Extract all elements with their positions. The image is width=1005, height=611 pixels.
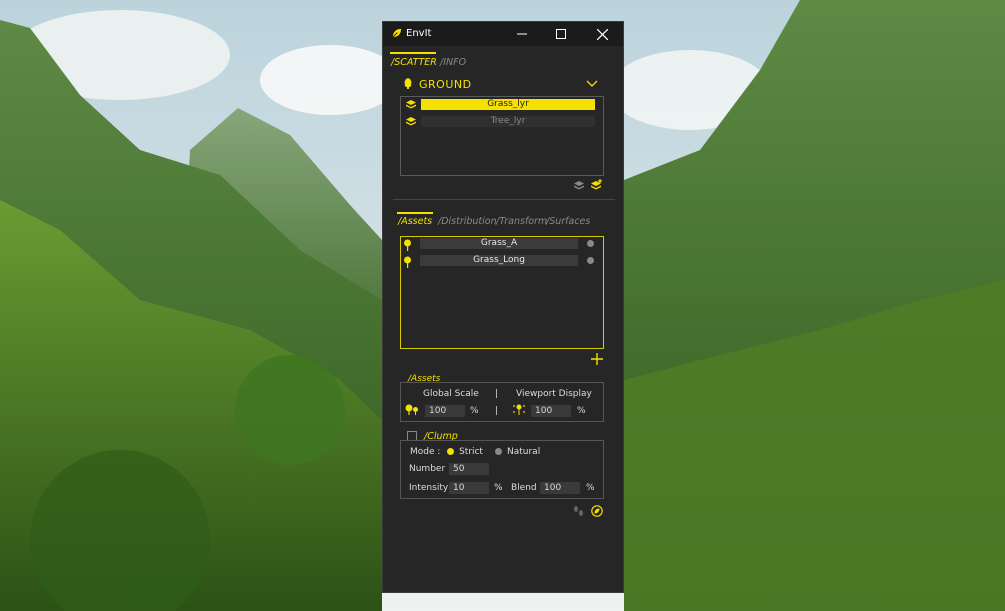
asset-visibility-dot[interactable] — [587, 240, 594, 247]
tab-distribution[interactable]: /Distribution — [438, 216, 497, 227]
minimize-icon — [517, 33, 527, 35]
asset-item-grass-long[interactable]: Grass_Long — [420, 255, 578, 266]
window-title: EnvIt — [406, 28, 432, 39]
leaf-icon[interactable] — [591, 505, 603, 517]
assets-list — [400, 236, 604, 349]
grass-asset-icon — [404, 239, 411, 251]
global-scale-input[interactable]: 100 — [425, 405, 465, 417]
mode-strict-radio[interactable] — [447, 448, 454, 455]
layer-item-grass[interactable]: Grass_lyr — [421, 99, 595, 110]
divider — [393, 199, 615, 200]
remove-layer-icon[interactable] — [573, 180, 585, 191]
ground-label: GROUND — [419, 78, 472, 91]
minimize-button[interactable] — [505, 22, 539, 46]
tab-assets[interactable]: /Assets — [398, 216, 432, 227]
tab-transform[interactable]: /Transform — [496, 216, 547, 227]
title-bar: EnvIt — [383, 22, 623, 46]
mode-label: Mode : — [410, 447, 441, 457]
layer-stack-icon — [406, 117, 416, 126]
maximize-icon — [556, 29, 566, 39]
tab-scatter[interactable]: /SCATTER — [391, 57, 437, 68]
percent-label: % — [586, 483, 595, 493]
global-scale-label: Global Scale — [423, 389, 479, 399]
chevron-down-icon[interactable] — [586, 80, 598, 88]
number-input[interactable]: 50 — [449, 463, 489, 475]
envit-panel: EnvIt /SCATTER /INFO GROUND Grass_lyr Tr… — [382, 21, 624, 593]
divider-bar: | — [495, 406, 499, 416]
layer-stack-icon — [406, 100, 416, 109]
close-icon — [596, 28, 608, 40]
grass-asset-icon — [404, 256, 411, 268]
viewport-display-input[interactable]: 100 — [531, 405, 571, 417]
tree-icon — [404, 78, 412, 89]
intensity-label: Intensity : — [409, 483, 455, 493]
footprints-icon[interactable] — [573, 505, 584, 518]
tab-info[interactable]: /INFO — [440, 57, 466, 68]
add-asset-icon[interactable] — [591, 353, 603, 365]
tab-scatter-indicator — [390, 52, 436, 54]
leaf-logo-icon — [392, 28, 402, 38]
layer-item-tree[interactable]: Tree_lyr — [421, 116, 595, 127]
intensity-input[interactable]: 10 — [449, 482, 489, 494]
percent-label: % — [577, 406, 586, 416]
tab-assets-indicator — [397, 212, 433, 214]
asset-item-grass-a[interactable]: Grass_A — [420, 238, 578, 249]
maximize-button[interactable] — [544, 22, 578, 46]
scale-trees-icon — [405, 404, 418, 415]
blend-label: Blend : — [511, 483, 543, 493]
viewport-display-icon — [513, 404, 525, 415]
mode-strict-label: Strict — [459, 447, 483, 457]
percent-label: % — [470, 406, 479, 416]
tab-surfaces[interactable]: /Surfaces — [546, 216, 590, 227]
divider-bar: | — [495, 389, 499, 399]
asset-visibility-dot[interactable] — [587, 257, 594, 264]
viewport-display-label: Viewport Display — [516, 389, 592, 399]
percent-label: % — [494, 483, 503, 493]
blend-input[interactable]: 100 — [540, 482, 580, 494]
add-layer-icon[interactable] — [590, 179, 603, 191]
close-button[interactable] — [585, 22, 619, 46]
number-label: Number : — [409, 464, 452, 474]
mode-natural-label: Natural — [507, 447, 541, 457]
mode-natural-radio[interactable] — [495, 448, 502, 455]
